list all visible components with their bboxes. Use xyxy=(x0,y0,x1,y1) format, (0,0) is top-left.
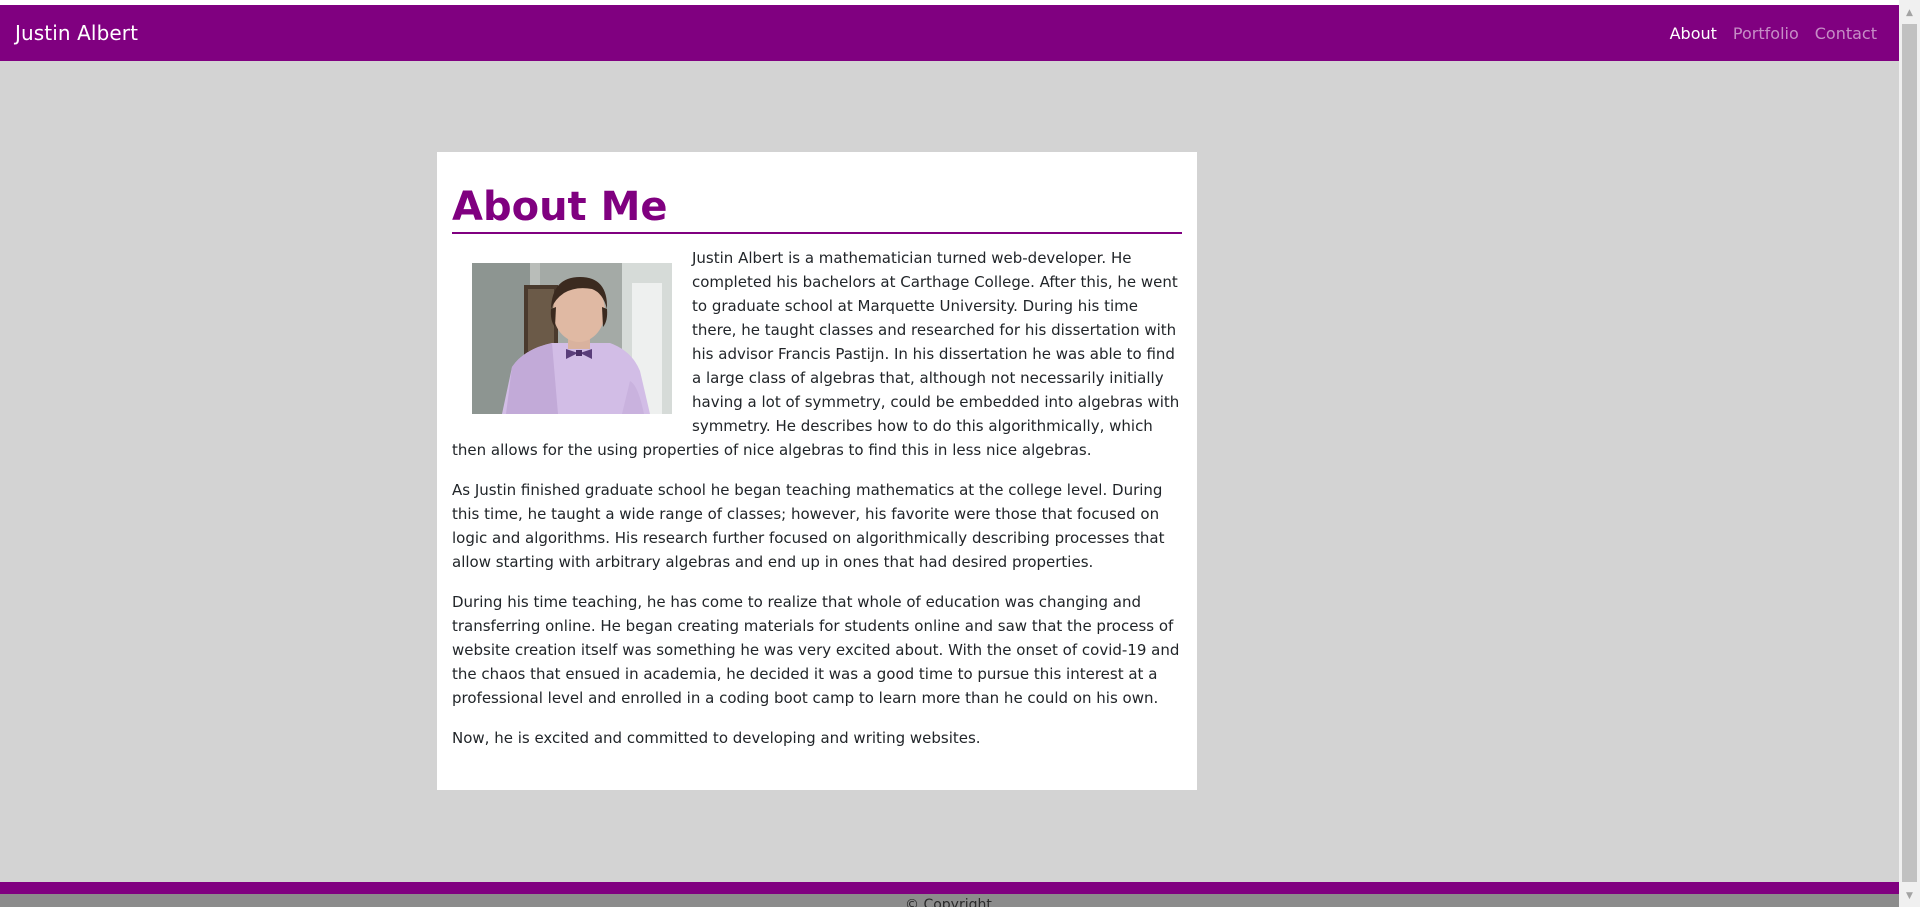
about-paragraph-4: Now, he is excited and committed to deve… xyxy=(452,729,981,747)
footer xyxy=(0,882,1899,894)
navbar-brand[interactable]: Justin Albert xyxy=(15,21,138,45)
navbar: Justin Albert About Portfolio Contact xyxy=(0,5,1899,61)
about-paragraph-2: As Justin finished graduate school he be… xyxy=(452,481,1165,571)
about-card: About Me Justin Albert is a mathematicia… xyxy=(437,152,1197,790)
nav-links: About Portfolio Contact xyxy=(1670,24,1877,43)
scroll-up-arrow-icon[interactable]: ▲ xyxy=(1899,5,1920,22)
nav-link-portfolio[interactable]: Portfolio xyxy=(1733,24,1799,43)
scrollbar-thumb[interactable] xyxy=(1902,24,1917,882)
scroll-down-arrow-icon[interactable]: ▼ xyxy=(1899,888,1920,905)
profile-photo-image xyxy=(472,263,672,414)
profile-photo xyxy=(472,263,672,414)
vertical-scrollbar[interactable]: ▲ ▼ xyxy=(1899,0,1920,907)
footer-copyright-area: © Copyright xyxy=(0,894,1899,907)
about-paragraph-3: During his time teaching, he has come to… xyxy=(452,593,1180,707)
nav-link-about[interactable]: About xyxy=(1670,24,1717,43)
page-title: About Me xyxy=(452,184,1182,234)
footer-copyright: © Copyright xyxy=(905,897,992,907)
nav-link-contact[interactable]: Contact xyxy=(1815,24,1877,43)
